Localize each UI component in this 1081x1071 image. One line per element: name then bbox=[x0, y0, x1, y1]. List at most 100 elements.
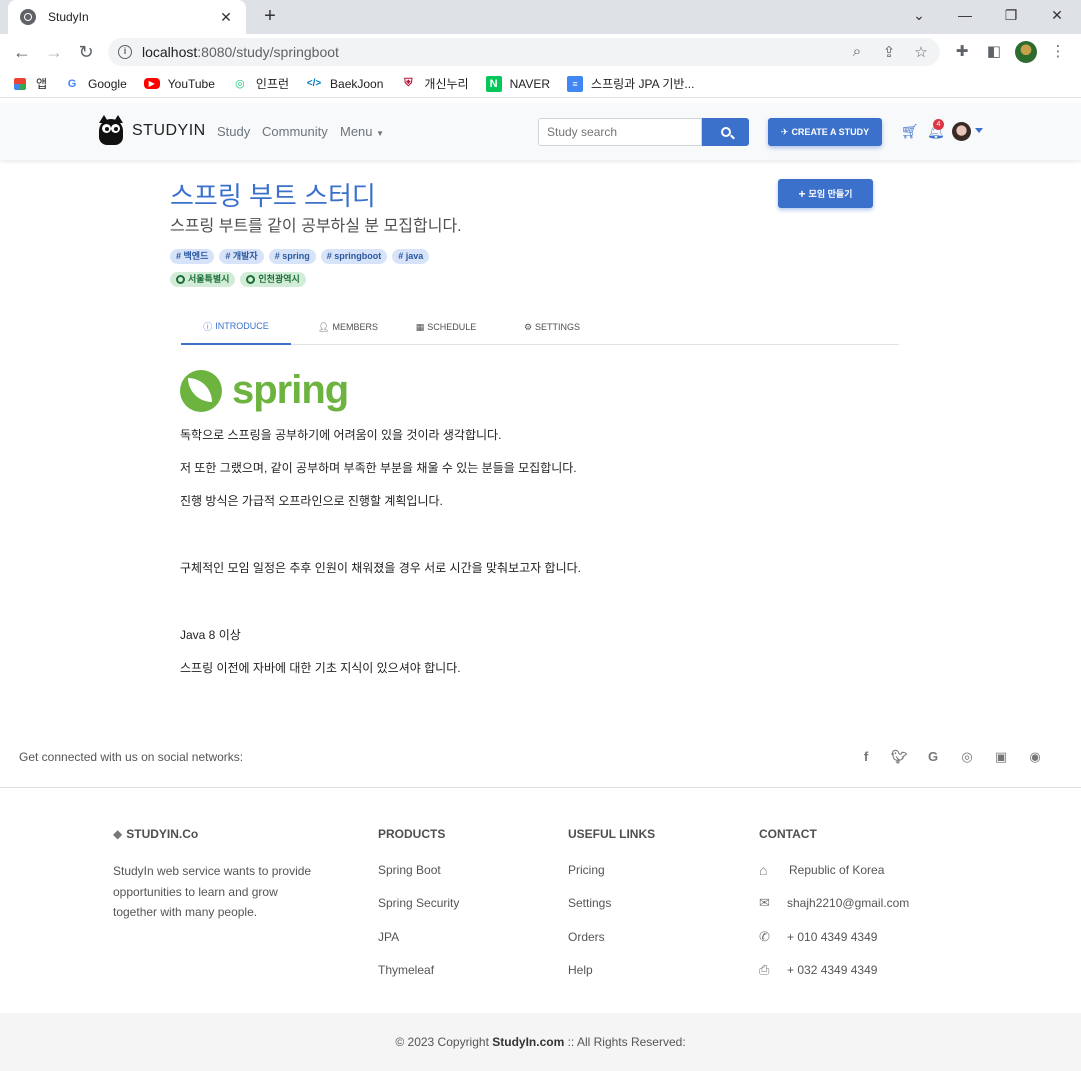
extensions-icon[interactable]: ✚ bbox=[952, 42, 972, 60]
tag-chip[interactable]: # springboot bbox=[320, 249, 388, 264]
footer-useful-link[interactable]: Pricing bbox=[568, 863, 605, 877]
tag-chip[interactable]: # java bbox=[392, 249, 430, 264]
close-window-button[interactable]: ✕ bbox=[1034, 0, 1080, 30]
contact-fax: + 032 4349 4349 bbox=[787, 963, 878, 977]
footer-product-link[interactable]: Spring Boot bbox=[378, 863, 441, 877]
tab-schedule[interactable]: ▦ SCHEDULE bbox=[391, 309, 501, 345]
intro-paragraph: 스프링 이전에 자바에 대한 기초 지식이 있으셔야 합니다. bbox=[180, 661, 461, 675]
footer-product-link[interactable]: Spring Security bbox=[378, 896, 459, 910]
social-text: Get connected with us on social networks… bbox=[19, 750, 244, 764]
caret-down-icon: ▼ bbox=[376, 129, 385, 138]
footer-useful-link[interactable]: Settings bbox=[568, 896, 611, 910]
footer-product-link[interactable]: JPA bbox=[378, 930, 399, 944]
bookmark-apps[interactable]: 앱 bbox=[14, 75, 47, 92]
facebook-icon[interactable]: f bbox=[858, 749, 874, 764]
site-logo[interactable]: STUDYIN bbox=[96, 115, 206, 147]
contact-phone: + 010 4349 4349 bbox=[787, 930, 878, 944]
address-bar[interactable]: i localhost:8080/study/springboot ⌕ ⇪ ☆ bbox=[108, 38, 940, 66]
footer-about: StudyIn web service wants to provide opp… bbox=[113, 864, 312, 919]
dove-icon: ✈ bbox=[780, 126, 789, 137]
back-button[interactable]: ← bbox=[10, 41, 34, 63]
create-meeting-button[interactable]: + 모임 만들기 bbox=[778, 179, 873, 208]
tab-search-icon[interactable]: ⌄ bbox=[896, 0, 942, 30]
bookmark-docs[interactable]: ≡ 스프링과 JPA 기반... bbox=[567, 75, 694, 92]
contact-email: shajh2210@gmail.com bbox=[787, 896, 910, 910]
tab-members[interactable]: 👤︎ MEMBERS bbox=[293, 309, 403, 345]
footer-useful-link[interactable]: Orders bbox=[568, 930, 605, 944]
search-button[interactable] bbox=[702, 118, 749, 146]
tab-introduce[interactable]: ⓘ INTRODUCE bbox=[181, 309, 291, 345]
twitter-icon[interactable]: 🐦︎ bbox=[891, 749, 908, 765]
user-icon: 👤︎ bbox=[318, 321, 330, 332]
tag-chip[interactable]: # 백엔드 bbox=[170, 249, 215, 264]
minimize-button[interactable]: — bbox=[942, 0, 988, 30]
zone-chip[interactable]: 서울특별시 bbox=[170, 272, 236, 287]
tag-chip[interactable]: # spring bbox=[268, 249, 316, 264]
create-study-button[interactable]: ✈ CREATE A STUDY bbox=[768, 118, 882, 146]
apps-grid-icon bbox=[14, 77, 26, 90]
gem-icon: ◆ bbox=[113, 827, 123, 841]
phone-icon: ✆ bbox=[759, 929, 770, 944]
new-tab-button[interactable]: + bbox=[258, 5, 282, 28]
spring-logo-text: spring bbox=[232, 368, 349, 412]
browser-tab[interactable]: StudyIn ✕ bbox=[8, 0, 246, 34]
bookmark-gaesin[interactable]: ⛨ 개신누리 bbox=[400, 75, 468, 92]
restore-button[interactable]: ❐ bbox=[988, 0, 1034, 30]
copyright-link[interactable]: StudyIn.com bbox=[492, 1035, 564, 1049]
reload-button[interactable]: ↻ bbox=[74, 41, 98, 63]
study-search-input[interactable] bbox=[538, 118, 702, 146]
intro-paragraph: 진행 방식은 가급적 오프라인으로 진행할 계획입니다. bbox=[180, 494, 443, 508]
footer-useful-link[interactable]: Help bbox=[568, 963, 593, 977]
github-icon[interactable]: ◉ bbox=[1027, 749, 1043, 765]
youtube-icon: ▶ bbox=[143, 78, 160, 89]
tab-title: StudyIn bbox=[48, 10, 89, 24]
globe-icon bbox=[246, 275, 256, 284]
gear-icon: ⚙ bbox=[523, 321, 533, 332]
info-icon: ⓘ bbox=[203, 321, 213, 332]
bookmark-google[interactable]: G Google bbox=[64, 76, 127, 92]
tab-close-icon[interactable]: ✕ bbox=[218, 9, 234, 26]
bookmark-youtube[interactable]: ▶ YouTube bbox=[143, 77, 215, 91]
zoom-icon[interactable]: ⌕ bbox=[848, 43, 866, 60]
tag-list: # 백엔드 # 개발자 # spring # springboot # java bbox=[170, 249, 434, 264]
side-panel-icon[interactable]: ◧ bbox=[984, 42, 1004, 60]
zone-chip[interactable]: 인천광역시 bbox=[240, 272, 306, 287]
home-icon: ⌂ bbox=[759, 862, 768, 878]
printer-icon: ⎙ bbox=[759, 962, 770, 977]
plus-icon: + bbox=[798, 186, 806, 201]
tab-settings[interactable]: ⚙ SETTINGS bbox=[497, 309, 607, 345]
instagram-icon[interactable]: ◎ bbox=[959, 749, 975, 765]
profile-avatar[interactable] bbox=[1015, 41, 1037, 63]
nav-link-study[interactable]: Study bbox=[217, 124, 250, 139]
bookmark-baekjoon[interactable]: </> BaekJoon bbox=[306, 76, 384, 92]
study-subtitle: 스프링 부트를 같이 공부하실 분 모집합니다. bbox=[170, 218, 462, 235]
owl-logo-icon bbox=[96, 115, 126, 147]
bookmark-star-icon[interactable]: ☆ bbox=[912, 43, 930, 61]
browser-tab-strip: StudyIn ✕ + ⌄ — ❐ ✕ bbox=[0, 0, 1081, 34]
google-icon[interactable]: G bbox=[925, 749, 941, 764]
share-icon[interactable]: ⇪ bbox=[880, 43, 898, 61]
intro-paragraph: Java 8 이상 bbox=[180, 628, 241, 642]
bookmarks-bar: 앱 G Google ▶ YouTube ◎ 인프런 </> BaekJoon … bbox=[0, 70, 1081, 98]
envelope-icon: ✉ bbox=[759, 895, 770, 910]
nav-link-community[interactable]: Community bbox=[262, 124, 328, 139]
intro-paragraph: 저 또한 그랬으며, 같이 공부하며 부족한 부분을 채울 수 있는 분들을 모… bbox=[180, 461, 577, 475]
naver-icon: N bbox=[485, 75, 502, 92]
linkedin-icon[interactable]: ▣ bbox=[993, 749, 1009, 765]
menu-kebab-icon[interactable]: ⋮ bbox=[1048, 42, 1068, 60]
globe-icon bbox=[20, 9, 36, 25]
chevron-down-icon[interactable] bbox=[975, 128, 983, 133]
forward-button[interactable]: → bbox=[42, 41, 66, 63]
bookmark-naver[interactable]: N NAVER bbox=[485, 75, 550, 92]
tag-chip[interactable]: # 개발자 bbox=[219, 249, 264, 264]
user-avatar[interactable] bbox=[952, 122, 971, 141]
nav-link-menu[interactable]: Menu ▼ bbox=[340, 124, 384, 139]
footer-product-link[interactable]: Thymeleaf bbox=[378, 963, 434, 977]
code-icon: </> bbox=[306, 78, 322, 89]
bookmark-inflearn[interactable]: ◎ 인프런 bbox=[232, 75, 289, 92]
cart-icon[interactable]: 🛒︎ bbox=[901, 123, 919, 140]
study-title[interactable]: 스프링 부트 스터디 bbox=[170, 176, 376, 213]
globe-icon bbox=[176, 275, 185, 284]
info-icon[interactable]: i bbox=[118, 45, 132, 59]
notification-badge: 4 bbox=[933, 119, 944, 130]
